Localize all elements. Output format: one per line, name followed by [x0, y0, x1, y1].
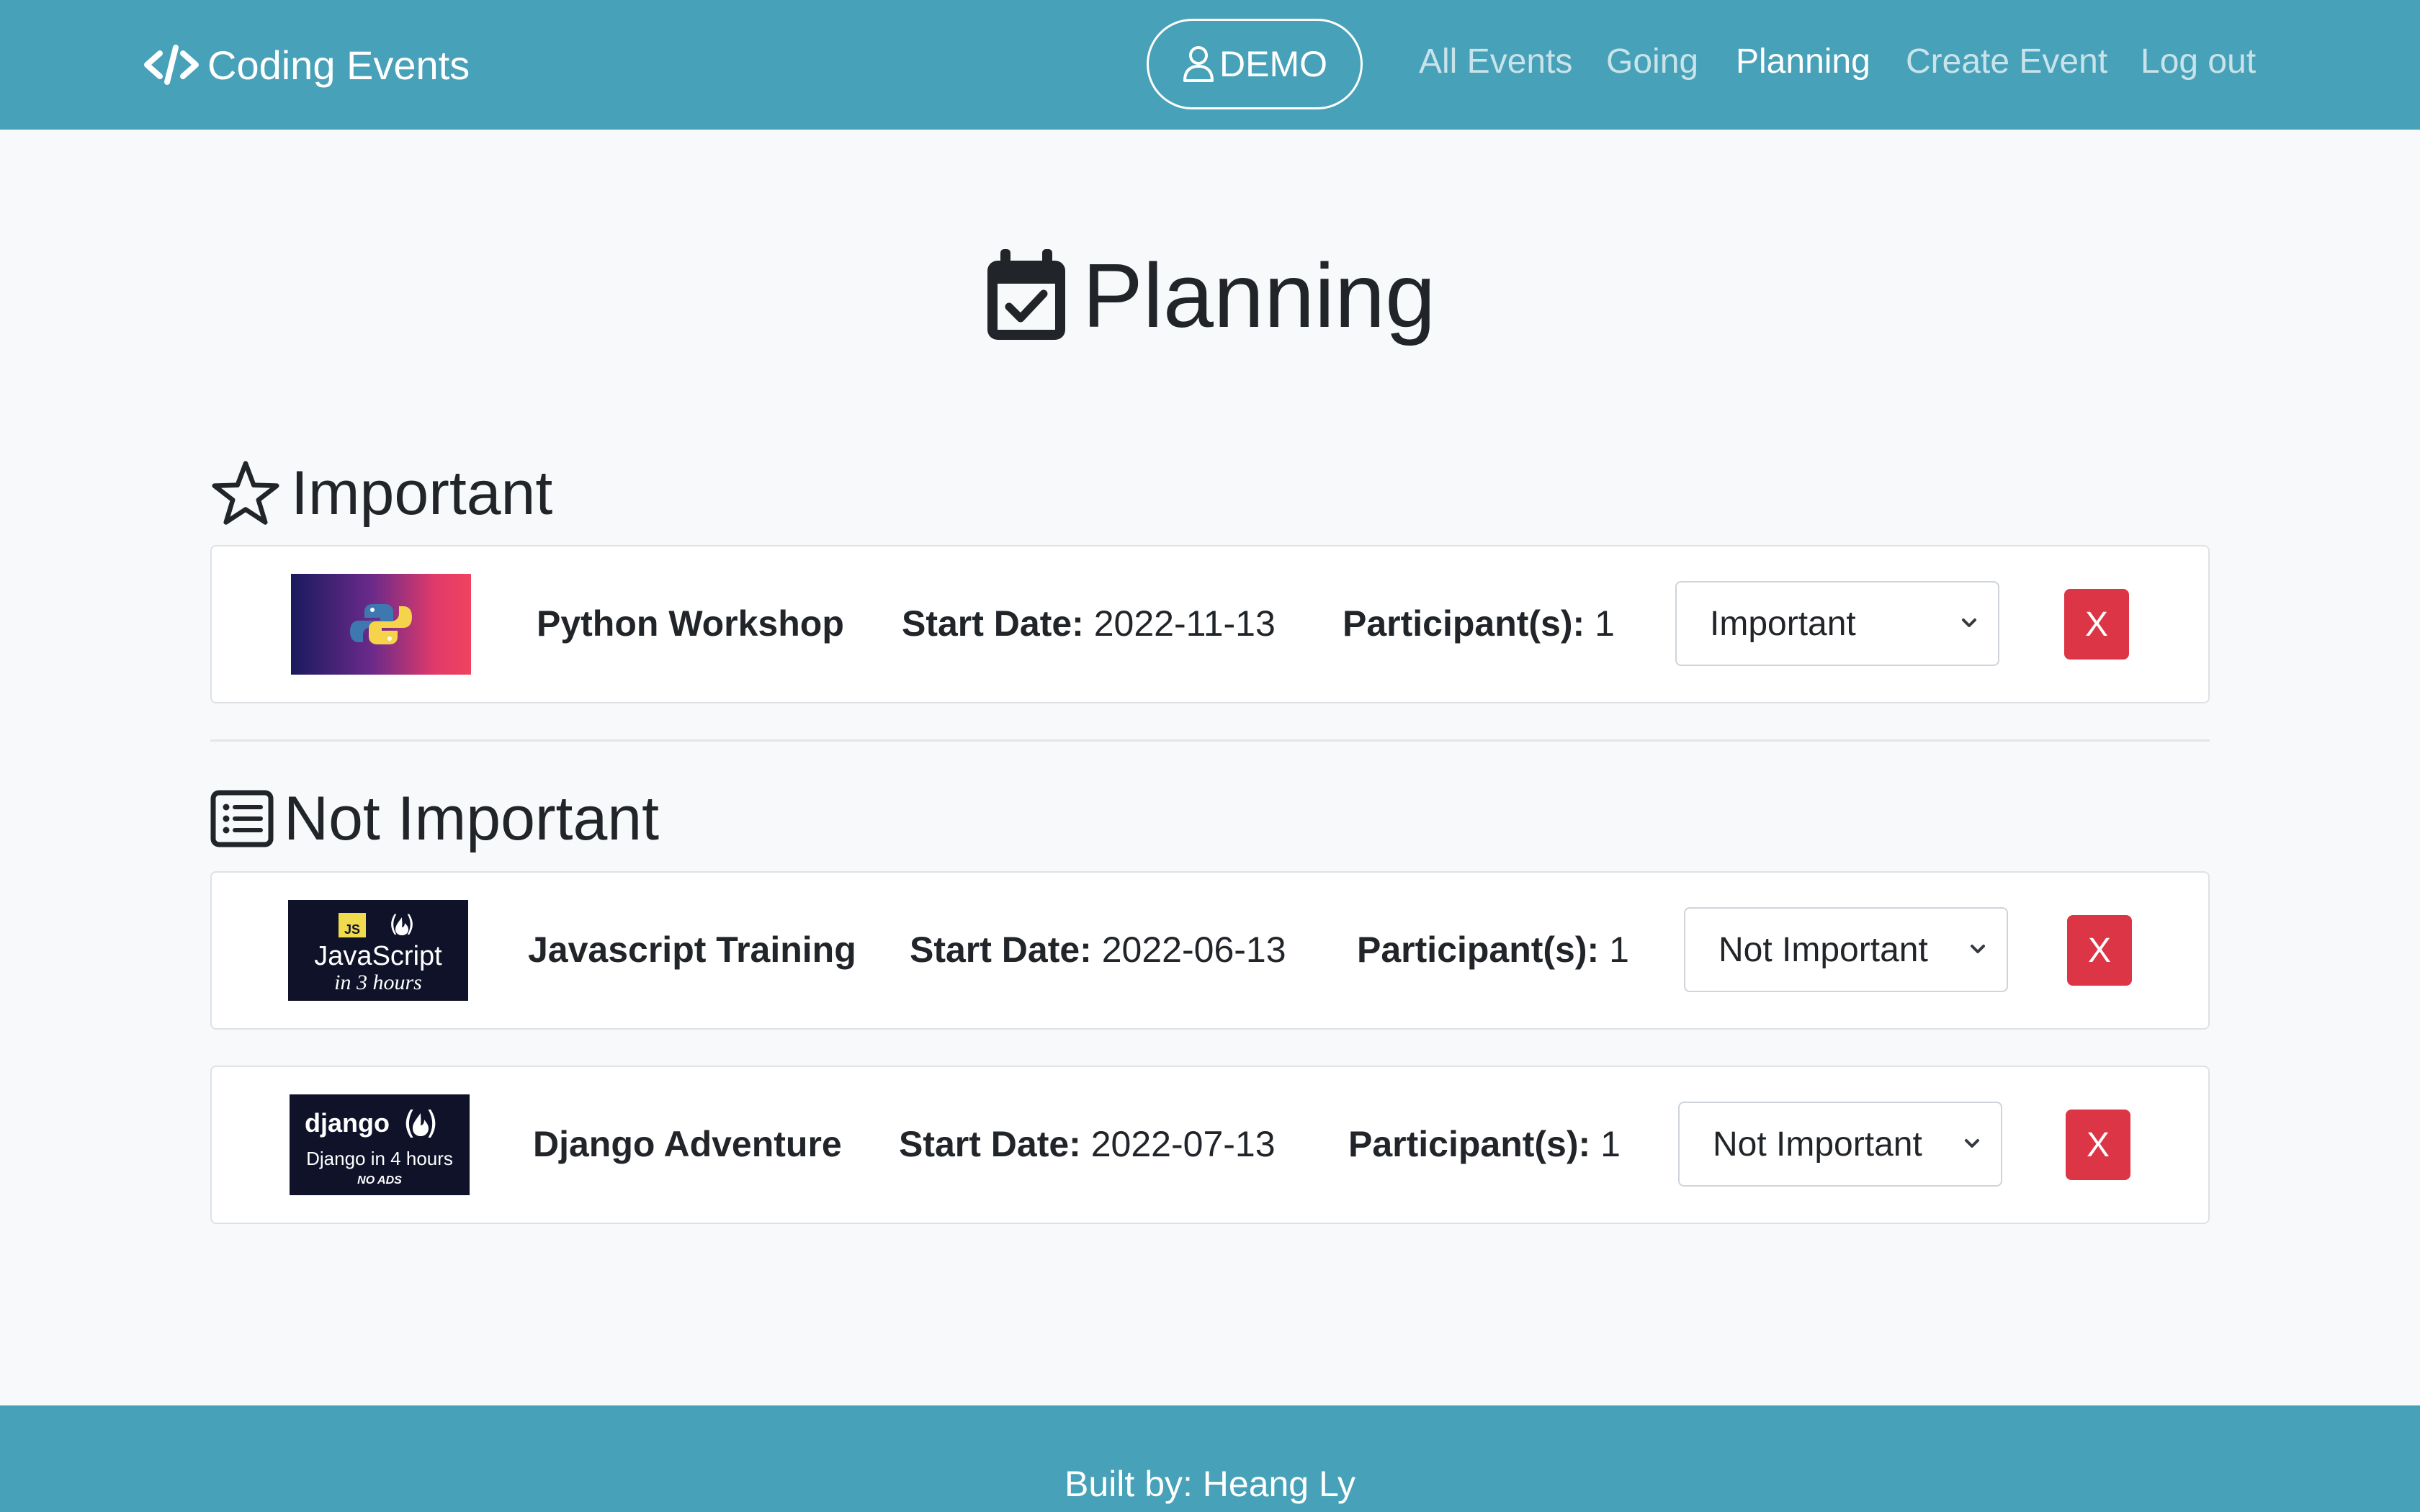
- event-thumbnail: JS ( ) JavaScript in 3 hours: [288, 900, 468, 1001]
- chevron-down-icon: [1965, 1139, 1979, 1148]
- js-title-text: JavaScript: [314, 941, 442, 971]
- event-card: django ( ) Django in 4 hours NO ADS Djan…: [210, 1066, 2210, 1224]
- section-title: Important: [291, 458, 553, 528]
- nav-going[interactable]: Going: [1606, 42, 1698, 81]
- nav-create-event[interactable]: Create Event: [1906, 42, 2107, 81]
- calendar-check-icon: [987, 249, 1065, 340]
- start-date-label: Start Date:: [910, 930, 1092, 970]
- start-date-label: Start Date:: [899, 1124, 1081, 1164]
- priority-select[interactable]: Not Important: [1678, 1102, 2002, 1187]
- start-date-value: 2022-06-13: [1101, 930, 1286, 970]
- start-date-value: 2022-11-13: [1093, 603, 1276, 644]
- python-logo-icon: [291, 574, 471, 675]
- priority-selected: Not Important: [1713, 1125, 1922, 1164]
- event-thumbnail: django ( ) Django in 4 hours NO ADS: [290, 1094, 470, 1195]
- event-card: JS ( ) JavaScript in 3 hours Javascript …: [210, 871, 2210, 1030]
- footer-credit: Built by: Heang Ly: [1065, 1464, 1355, 1504]
- start-date-label: Start Date:: [902, 603, 1084, 644]
- page-title: Planning: [0, 230, 2420, 360]
- event-participants: Participant(s): 1: [1357, 929, 1629, 971]
- django-course-logo: django ( ) Django in 4 hours NO ADS: [290, 1094, 470, 1195]
- page-title-text: Planning: [1082, 244, 1436, 346]
- section-heading-important: Important: [210, 454, 552, 533]
- star-icon: [212, 461, 279, 525]
- remove-button[interactable]: X: [2064, 589, 2129, 660]
- django-title-text: django: [305, 1108, 390, 1138]
- remove-button[interactable]: X: [2066, 1110, 2130, 1180]
- code-icon: [141, 43, 202, 86]
- event-start-date: Start Date: 2022-07-13: [899, 1123, 1276, 1165]
- brand-link[interactable]: Coding Events: [141, 37, 470, 92]
- participants-value: 1: [1595, 603, 1615, 644]
- chevron-down-icon: [1971, 945, 1985, 953]
- django-note-text: NO ADS: [357, 1174, 402, 1187]
- priority-select[interactable]: Not Important: [1684, 907, 2008, 992]
- nav-log-out[interactable]: Log out: [2141, 42, 2256, 81]
- event-name[interactable]: Django Adventure: [533, 1123, 842, 1165]
- participants-value: 1: [1600, 1124, 1621, 1164]
- priority-select[interactable]: Important: [1675, 581, 1999, 666]
- javascript-course-logo: JS ( ) JavaScript in 3 hours: [288, 900, 468, 1001]
- js-subtitle-text: in 3 hours: [334, 971, 422, 994]
- django-subtitle-text: Django in 4 hours: [306, 1148, 453, 1169]
- remove-button[interactable]: X: [2067, 915, 2132, 986]
- nav-planning[interactable]: Planning: [1736, 42, 1870, 81]
- event-thumbnail: [291, 574, 471, 675]
- event-card: Python Workshop Start Date: 2022-11-13 P…: [210, 545, 2210, 703]
- event-name[interactable]: Javascript Training: [528, 929, 856, 971]
- event-start-date: Start Date: 2022-11-13: [902, 603, 1276, 644]
- priority-selected: Important: [1710, 604, 1856, 643]
- participants-value: 1: [1609, 930, 1629, 970]
- event-start-date: Start Date: 2022-06-13: [910, 929, 1286, 971]
- participants-label: Participant(s):: [1348, 1124, 1591, 1164]
- section-title: Not Important: [284, 783, 659, 853]
- nav-all-events[interactable]: All Events: [1419, 42, 1572, 81]
- person-icon: [1183, 46, 1214, 82]
- chevron-down-icon: [1962, 618, 1976, 627]
- priority-selected: Not Important: [1718, 930, 1928, 969]
- event-participants: Participant(s): 1: [1343, 603, 1615, 644]
- brand-name: Coding Events: [207, 42, 470, 88]
- event-name[interactable]: Python Workshop: [537, 603, 844, 644]
- start-date-value: 2022-07-13: [1090, 1124, 1276, 1164]
- user-menu-button[interactable]: DEMO: [1147, 19, 1363, 109]
- section-heading-not-important: Not Important: [210, 779, 659, 858]
- list-icon: [210, 790, 274, 847]
- participants-label: Participant(s):: [1343, 603, 1585, 644]
- event-participants: Participant(s): 1: [1348, 1123, 1621, 1165]
- user-name: DEMO: [1219, 44, 1327, 84]
- js-badge-text: JS: [344, 922, 360, 937]
- participants-label: Participant(s):: [1357, 930, 1600, 970]
- section-divider: [210, 739, 2210, 742]
